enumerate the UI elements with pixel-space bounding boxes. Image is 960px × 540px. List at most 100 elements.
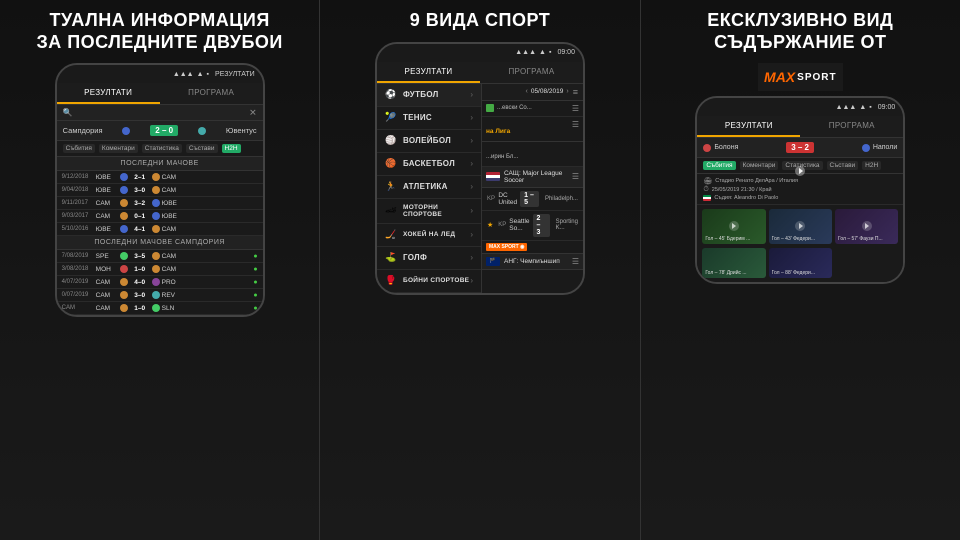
- venue-name: Стадио Ренато ДелАра / Италия: [715, 178, 798, 184]
- max-text: MAX: [764, 69, 795, 85]
- italy-flag: [703, 195, 711, 201]
- video-label-4: Гол – 78' Дрийс ...: [705, 270, 762, 276]
- status-time: РЕЗУЛТАТИ: [215, 71, 255, 78]
- football-icon: ⚽: [385, 89, 397, 101]
- signal-icon: ▲▲▲: [515, 49, 536, 56]
- arrow-icon: ›: [470, 90, 473, 99]
- list-icon[interactable]: ☰: [572, 104, 579, 113]
- match-result-row: Сампдория 2 – 0 Ювентус: [57, 121, 263, 141]
- video-thumb-2[interactable]: Гол – 43' Федери...: [769, 209, 832, 244]
- tab-events[interactable]: Събития: [63, 144, 95, 153]
- sport-item-basketball[interactable]: 🏀 БАСКЕТБОЛ ›: [377, 153, 481, 176]
- match-tabs[interactable]: Събития Коментари Статистика Състави H2H: [57, 141, 263, 157]
- away-team: Ювентус: [226, 126, 257, 135]
- sport-label: ФУТБОЛ: [403, 90, 470, 99]
- team-logo: [120, 173, 128, 181]
- team-logo: [120, 225, 128, 233]
- tab-program[interactable]: ПРОГРАМА: [160, 83, 263, 104]
- status-time: 09:00: [557, 49, 575, 56]
- list-icon3[interactable]: ☰: [572, 172, 579, 181]
- sport-item-combat[interactable]: 🥊 БОЙНИ СПОРТОВЕ ›: [377, 270, 481, 293]
- table-row: 0/07/2019 CAM 3–0 REV ●: [57, 289, 263, 302]
- maxsport-badge: MAX SPORT ◉: [486, 243, 527, 251]
- arrow-icon: ›: [470, 276, 473, 285]
- sport-label: ТЕНИС: [403, 113, 470, 122]
- athletics-icon: 🏃: [385, 181, 397, 193]
- tab-h2h3[interactable]: H2H: [862, 161, 881, 170]
- panel-sports: 9 ВИДА СПОРТ ▲▲▲ ▲ ▪ 09:00 РЕЗУЛТАТИ ПРО…: [319, 0, 639, 540]
- video-row1: Гол – 45' Бдерим ... Гол – 43' Федери...…: [697, 205, 903, 248]
- chevron-right-icon[interactable]: ›: [566, 88, 568, 95]
- sport-item-hockey[interactable]: 🏒 ХОКЕЙ НА ЛЕД ›: [377, 224, 481, 247]
- team-logo: [120, 186, 128, 194]
- arrow-icon: ›: [470, 253, 473, 262]
- sport-item-golf[interactable]: ⛳ ГОЛФ ›: [377, 247, 481, 270]
- battery-icon: ▪: [549, 49, 551, 56]
- phone3-tab-bar[interactable]: РЕЗУЛТАТИ ПРОГРАМА: [697, 116, 903, 138]
- tab-h2h[interactable]: H2H: [222, 144, 241, 153]
- away-team3: Наполи: [862, 144, 897, 152]
- match-type: KP: [498, 222, 506, 228]
- list-icon2[interactable]: ☰: [572, 120, 579, 129]
- phone1: ▲▲▲ ▲ ▪ РЕЗУЛТАТИ РЕЗУЛТАТИ ПРОГРАМА 🔍 ✕…: [55, 63, 265, 317]
- tab-events3[interactable]: Събития: [703, 161, 735, 170]
- signal-icon: ▲▲▲: [836, 104, 857, 111]
- partial-match: ...ирин Бл...: [486, 154, 518, 160]
- list-icon4[interactable]: ☰: [572, 257, 579, 266]
- team-logo: [120, 212, 128, 220]
- sport-item-athletics[interactable]: 🏃 АТЛЕТИКА ›: [377, 176, 481, 199]
- arrow-icon: ›: [470, 206, 473, 215]
- tab-results[interactable]: РЕЗУЛТАТИ: [57, 83, 160, 104]
- table-row: 9/04/2018 ЮВЕ 3–0 CAM: [57, 184, 263, 197]
- phone1-tab-bar[interactable]: РЕЗУЛТАТИ ПРОГРАМА: [57, 83, 263, 105]
- tab-squads[interactable]: Състави: [186, 144, 218, 153]
- video-thumb-5[interactable]: Гол – 88' Федери...: [769, 248, 832, 278]
- play-icon: [862, 221, 872, 231]
- video-thumb-4[interactable]: Гол – 78' Дрийс ...: [702, 248, 765, 278]
- score-usa1: 1 – 5: [520, 191, 539, 207]
- sport-label: БОЙНИ СПОРТОВЕ: [403, 277, 470, 284]
- league-badge: [486, 104, 494, 112]
- tab-program[interactable]: ПРОГРАМА: [480, 62, 583, 83]
- team-logo: [120, 199, 128, 207]
- sport-item-motorsport[interactable]: 🏎 МОТОРНИ СПОРТОВЕ ›: [377, 199, 481, 224]
- signal-icon: ▲▲▲: [173, 71, 194, 78]
- sport-item-tennis[interactable]: 🎾 ТЕНИС ›: [377, 107, 481, 130]
- list-item: ★ KP Seattle So... 2 – 3 Sporting K...: [482, 211, 583, 241]
- home-team: Сампдория: [63, 126, 103, 135]
- video-thumb-1[interactable]: Гол – 45' Бдерим ...: [702, 209, 765, 244]
- team-logo: [152, 186, 160, 194]
- leagues-panel: ‹ 05/08/2019 › ≡ ...евски Со... ☰ на Лиг…: [482, 84, 583, 293]
- tab-results[interactable]: РЕЗУЛТАТИ: [697, 116, 800, 137]
- phone3-content: Болоня 3 – 2 Наполи Събития Коментари Ст…: [697, 138, 903, 282]
- tab-program[interactable]: ПРОГРАМА: [800, 116, 903, 137]
- table-row: 7/08/2019 SPE 3–5 CAM ●: [57, 250, 263, 263]
- phone2-tab-bar[interactable]: РЕЗУЛТАТИ ПРОГРАМА: [377, 62, 583, 84]
- video-thumb-3[interactable]: Гол – 57' Фаузи П...: [835, 209, 898, 244]
- section-last-matches: ПОСЛЕДНИ МАЧОВЕ: [57, 157, 263, 171]
- tab-stats[interactable]: Статистика: [142, 144, 182, 153]
- panel1-title: ТУАЛНА ИНФОРМАЦИЯЗА ПОСЛЕДНИТЕ ДВУБОИ: [36, 10, 282, 53]
- arrow-icon: ›: [470, 159, 473, 168]
- tab-comments3[interactable]: Коментари: [740, 161, 779, 170]
- search-placeholder: 🔍: [63, 108, 257, 117]
- combat-icon: 🥊: [385, 275, 397, 287]
- basketball-icon: 🏀: [385, 158, 397, 170]
- team-logo: [152, 173, 160, 181]
- team-logo: [152, 304, 160, 312]
- filter-icon[interactable]: ≡: [573, 87, 578, 97]
- tab-results[interactable]: РЕЗУЛТАТИ: [377, 62, 480, 83]
- table-row: CAM CAM 1–0 SLN ●: [57, 302, 263, 315]
- tab-comments[interactable]: Коментари: [99, 144, 138, 153]
- tab-squads3[interactable]: Състави: [827, 161, 859, 170]
- sport-label: МОТОРНИ СПОРТОВЕ: [403, 204, 470, 218]
- sport-item-volleyball[interactable]: 🏐 ВОЛЕЙБОЛ ›: [377, 130, 481, 153]
- team-logo: [120, 291, 128, 299]
- sport-item-football[interactable]: ⚽ ФУТБОЛ ›: [377, 84, 481, 107]
- video-label-5: Гол – 88' Федери...: [772, 270, 829, 276]
- chevron-left-icon[interactable]: ‹: [525, 88, 527, 95]
- close-icon[interactable]: ✕: [249, 107, 257, 118]
- sports-sidebar: ⚽ ФУТБОЛ › 🎾 ТЕНИС › 🏐 ВОЛЕЙБОЛ ›: [377, 84, 482, 293]
- video-label-1: Гол – 45' Бдерим ...: [705, 236, 762, 242]
- app-container: ТУАЛНА ИНФОРМАЦИЯЗА ПОСЛЕДНИТЕ ДВУБОИ ▲▲…: [0, 0, 960, 540]
